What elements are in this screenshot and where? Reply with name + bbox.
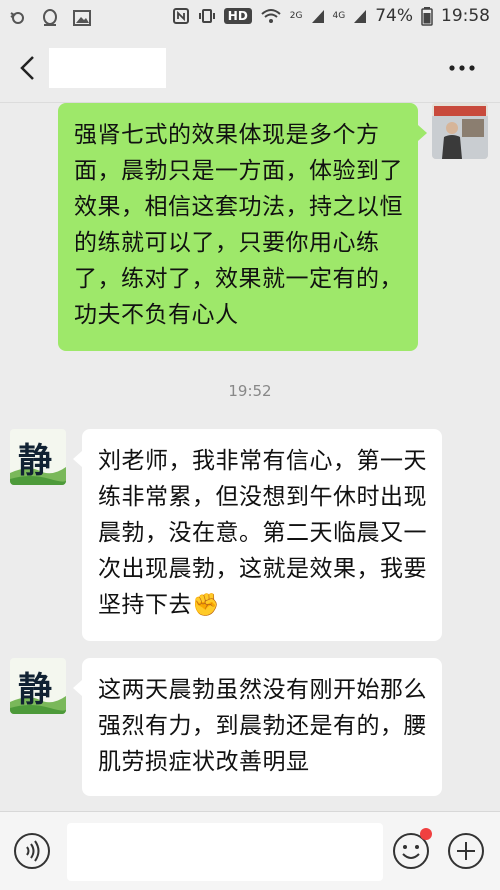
message-bubble-incoming[interactable]: 这两天晨勃虽然没有刚开始那么强烈有力，到晨勃还是有的，腰肌劳损症状改善明显	[82, 658, 442, 796]
chat-header	[0, 34, 500, 103]
clock: 19:58	[441, 6, 490, 26]
voice-button[interactable]	[12, 831, 52, 871]
vibrate-icon	[198, 9, 215, 23]
battery-icon	[421, 7, 433, 26]
wifi-icon	[261, 9, 281, 23]
unread-dot	[420, 828, 432, 840]
status-left-icons	[8, 8, 92, 28]
back-arrow-icon	[20, 56, 34, 80]
bubble-tail	[73, 451, 82, 467]
message-text: 刘老师，我非常有信心，第一天练非常累，但没想到午休时出现晨勃，没在意。第二天临晨…	[98, 448, 427, 618]
more-actions-button[interactable]	[446, 831, 486, 871]
battery-percent: 74%	[375, 6, 413, 26]
nfc-icon	[172, 8, 189, 24]
status-bar: HD 2G 4G 74% 19:58	[0, 0, 500, 34]
signal-2g-label: 2G	[289, 11, 303, 21]
message-text: 强肾七式的效果体现是多个方面，晨勃只是一方面，体验到了效果，相信这套功法，持之以…	[74, 122, 403, 328]
bubble-tail	[73, 680, 82, 696]
input-bar	[0, 811, 500, 890]
message-input[interactable]	[67, 823, 383, 881]
bubble-tail	[418, 125, 427, 141]
message-text: 这两天晨勃虽然没有刚开始那么强烈有力，到晨勃还是有的，腰肌劳损症状改善明显	[98, 677, 427, 775]
avatar-photo-icon	[432, 103, 488, 159]
qq-icon	[43, 9, 57, 26]
chat-title-box	[49, 48, 166, 88]
message-bubble-incoming[interactable]: 刘老师，我非常有信心，第一天练非常累，但没想到午休时出现晨勃，没在意。第二天临晨…	[82, 429, 442, 641]
avatar-glyph: 静	[18, 441, 52, 481]
avatar-glyph: 静	[18, 670, 52, 710]
my-avatar[interactable]	[432, 103, 488, 159]
chat-title	[49, 57, 55, 78]
peer-avatar[interactable]: 静	[10, 658, 66, 714]
image-icon	[73, 10, 91, 26]
hd-badge: HD	[223, 8, 252, 24]
sync-icon	[10, 12, 24, 24]
peer-avatar[interactable]: 静	[10, 429, 66, 485]
timestamp: 19:52	[228, 382, 272, 400]
more-button[interactable]	[444, 58, 480, 78]
signal-4g-label: 4G	[332, 11, 346, 21]
plus-icon	[448, 833, 484, 869]
fist-emoji: ✊	[192, 593, 220, 618]
message-list[interactable]: 强肾七式的效果体现是多个方面，晨勃只是一方面，体验到了效果，相信这套功法，持之以…	[0, 103, 500, 811]
signal-icon	[311, 10, 324, 23]
more-dots-icon	[449, 65, 475, 71]
voice-icon	[14, 833, 50, 869]
status-right-icons: HD 2G 4G 74% 19:58	[172, 6, 490, 26]
back-button[interactable]	[14, 52, 44, 84]
signal-icon-2	[354, 10, 367, 23]
message-bubble-outgoing[interactable]: 强肾七式的效果体现是多个方面，晨勃只是一方面，体验到了效果，相信这套功法，持之以…	[58, 103, 418, 351]
